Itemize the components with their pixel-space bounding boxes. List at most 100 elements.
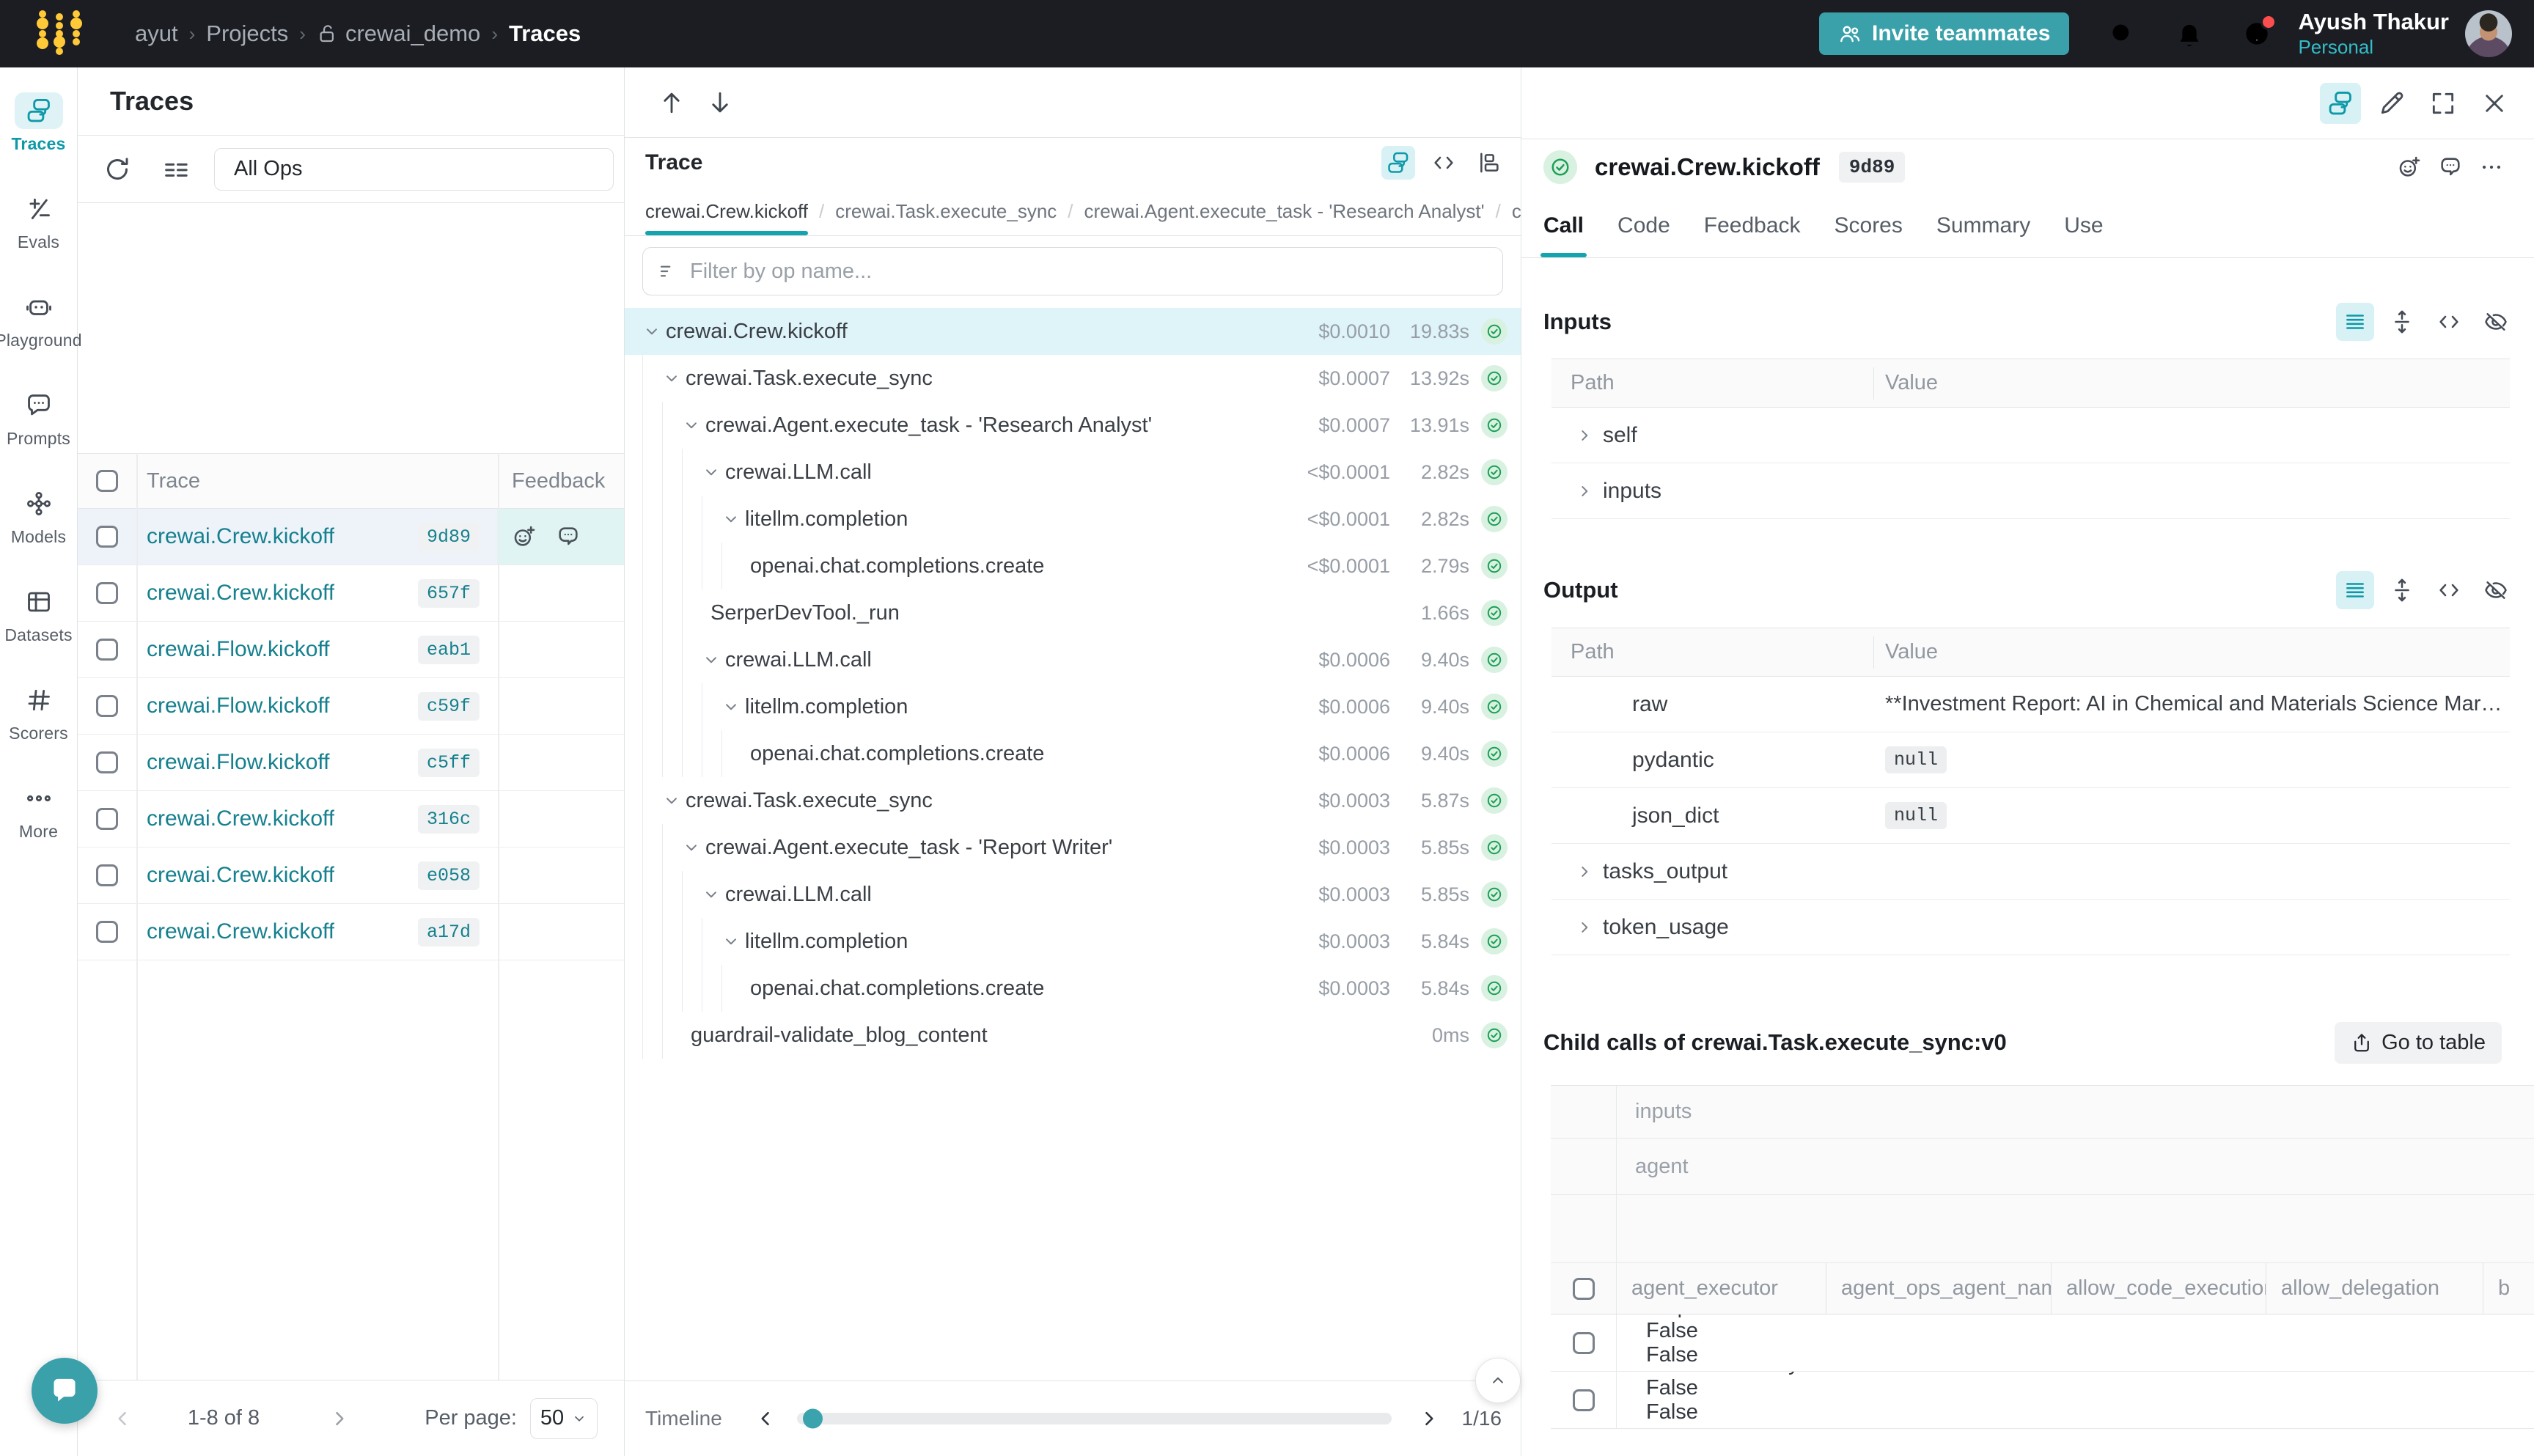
tree-call-row[interactable]: crewai.Agent.execute_task - 'Report Writ… — [625, 824, 1521, 871]
tree-call-row[interactable]: openai.chat.completions.create$0.00035.8… — [625, 965, 1521, 1012]
tab-call[interactable]: Call — [1543, 194, 1584, 257]
trace-row[interactable]: crewai.Crew.kickoffe058 — [78, 848, 624, 904]
trace-row[interactable]: crewai.Crew.kickoffa17d — [78, 904, 624, 960]
op-filter-input[interactable] — [690, 248, 1502, 295]
row-checkbox[interactable] — [96, 808, 118, 830]
column-settings-icon[interactable] — [161, 155, 191, 184]
collapse-panel-button[interactable] — [1475, 1358, 1521, 1403]
add-reaction-icon[interactable] — [512, 524, 537, 549]
tab-feedback[interactable]: Feedback — [1704, 194, 1801, 257]
breadcrumb-item-crewai_demo[interactable]: crewai_demo — [317, 21, 480, 47]
tree-call-row[interactable]: litellm.completion<$0.00012.82s — [625, 496, 1521, 543]
list-view-icon[interactable] — [2336, 571, 2374, 609]
column-header-agent_executor[interactable]: agent_executor — [1617, 1263, 1826, 1314]
tab-summary[interactable]: Summary — [1936, 194, 2030, 257]
trace-row[interactable]: crewai.Flow.kickoffeab1 — [78, 622, 624, 678]
flame-graph-icon[interactable] — [1472, 146, 1506, 180]
close-icon[interactable] — [2474, 83, 2515, 124]
chevron-right-icon[interactable] — [1575, 426, 1594, 445]
chevron-down-icon[interactable] — [702, 650, 721, 669]
previous-page-icon[interactable] — [110, 1406, 135, 1431]
kv-row-json_dict[interactable]: json_dictnull — [1551, 788, 2510, 844]
trace-tree-icon[interactable] — [1381, 146, 1415, 180]
next-page-icon[interactable] — [327, 1406, 352, 1431]
tree-call-row[interactable]: litellm.completion$0.00069.40s — [625, 683, 1521, 730]
chevron-right-icon[interactable] — [1575, 918, 1594, 937]
row-checkbox[interactable] — [1573, 1389, 1595, 1411]
tree-call-row[interactable]: openai.chat.completions.create$0.00069.4… — [625, 730, 1521, 777]
tree-call-row[interactable]: crewai.Crew.kickoff$0.001019.83s — [625, 308, 1521, 355]
child-call-row[interactable]: 'Report Writer'FalseFalse'E — [1551, 1315, 2534, 1372]
breadcrumb-item-ayut[interactable]: ayut — [135, 21, 178, 47]
row-checkbox[interactable] — [96, 864, 118, 886]
trace-name[interactable]: crewai.Flow.kickoff — [147, 750, 330, 775]
tab-use[interactable]: Use — [2064, 194, 2103, 257]
breadcrumb-item-Projects[interactable]: Projects — [206, 21, 288, 47]
timeline-slider[interactable] — [797, 1413, 1392, 1424]
kv-row-self[interactable]: self — [1551, 408, 2510, 463]
column-header-allow_code_execution[interactable]: allow_code_execution — [2051, 1263, 2266, 1314]
chevron-down-icon[interactable] — [642, 322, 661, 341]
call-crumb[interactable]: crewai.Task.execute_sync — [835, 187, 1057, 235]
tree-call-row[interactable]: openai.chat.completions.create<$0.00012.… — [625, 543, 1521, 589]
chevron-down-icon[interactable] — [682, 838, 701, 857]
help-icon[interactable] — [2242, 19, 2272, 48]
hide-icon[interactable] — [2477, 303, 2515, 341]
code-icon[interactable] — [1427, 146, 1461, 180]
bell-icon[interactable] — [2175, 19, 2204, 48]
chat-launcher[interactable] — [32, 1358, 98, 1424]
feedback-column-header[interactable]: Feedback — [497, 454, 624, 508]
trace-column-header[interactable]: Trace — [136, 469, 497, 493]
tree-call-row[interactable]: crewai.LLM.call$0.00035.85s — [625, 871, 1521, 918]
trace-row[interactable]: crewai.Crew.kickoff657f — [78, 565, 624, 622]
tree-call-row[interactable]: litellm.completion$0.00035.84s — [625, 918, 1521, 965]
sidebar-item-models[interactable]: Models — [0, 485, 77, 584]
kv-row-pydantic[interactable]: pydanticnull — [1551, 732, 2510, 788]
sidebar-item-scorers[interactable]: Scorers — [0, 682, 77, 780]
tree-call-row[interactable]: crewai.Task.execute_sync$0.00035.87s — [625, 777, 1521, 824]
trace-name[interactable]: crewai.Crew.kickoff — [147, 919, 334, 944]
timeline-next-icon[interactable] — [1417, 1406, 1442, 1431]
chevron-down-icon[interactable] — [702, 885, 721, 904]
expand-rows-icon[interactable] — [2383, 571, 2421, 609]
tree-call-row[interactable]: crewai.LLM.call<$0.00012.82s — [625, 449, 1521, 496]
row-checkbox[interactable] — [96, 526, 118, 548]
column-header-agent_ops_agent_name[interactable]: agent_ops_agent_name — [1826, 1263, 2051, 1314]
more-icon[interactable] — [2475, 151, 2508, 183]
trace-name[interactable]: crewai.Crew.kickoff — [147, 524, 334, 549]
trace-row[interactable]: crewai.Flow.kickoffc59f — [78, 678, 624, 735]
chevron-right-icon[interactable] — [1575, 862, 1594, 881]
tree-call-row[interactable]: SerperDevTool._run1.66s — [625, 589, 1521, 636]
timeline-slider-handle[interactable] — [803, 1409, 823, 1429]
row-checkbox[interactable] — [96, 921, 118, 943]
refresh-icon[interactable] — [103, 155, 132, 184]
chevron-right-icon[interactable] — [1575, 482, 1594, 501]
trace-name[interactable]: crewai.Crew.kickoff — [147, 806, 334, 831]
wandb-logo-icon[interactable] — [32, 10, 88, 58]
call-crumb[interactable]: crewai.LLM.call — [1512, 187, 1521, 235]
trace-row[interactable]: crewai.Flow.kickoffc5ff — [78, 735, 624, 791]
chevron-down-icon[interactable] — [721, 932, 741, 951]
trace-name[interactable]: crewai.Flow.kickoff — [147, 637, 330, 662]
chevron-down-icon[interactable] — [721, 510, 741, 529]
chevron-down-icon[interactable] — [662, 369, 681, 388]
trace-name[interactable]: crewai.Crew.kickoff — [147, 863, 334, 888]
trace-tree-icon[interactable] — [2320, 83, 2361, 124]
fullscreen-icon[interactable] — [2423, 83, 2464, 124]
tab-code[interactable]: Code — [1617, 194, 1670, 257]
trace-name[interactable]: crewai.Crew.kickoff — [147, 581, 334, 606]
add-reaction-icon[interactable] — [2393, 151, 2425, 183]
chevron-down-icon[interactable] — [682, 416, 701, 435]
sidebar-item-prompts[interactable]: Prompts — [0, 387, 77, 485]
code-icon[interactable] — [2430, 571, 2468, 609]
sidebar-item-more[interactable]: More — [0, 780, 77, 878]
row-checkbox[interactable] — [96, 639, 118, 661]
kv-row-token_usage[interactable]: token_usage — [1551, 900, 2510, 955]
column-header-b[interactable]: b — [2483, 1263, 2534, 1314]
user-menu[interactable]: Ayush Thakur Personal — [2298, 9, 2449, 59]
kv-row-tasks_output[interactable]: tasks_output — [1551, 844, 2510, 900]
row-checkbox[interactable] — [1573, 1332, 1595, 1354]
trace-name[interactable]: crewai.Flow.kickoff — [147, 694, 330, 718]
hide-icon[interactable] — [2477, 571, 2515, 609]
kv-row-inputs[interactable]: inputs — [1551, 463, 2510, 519]
